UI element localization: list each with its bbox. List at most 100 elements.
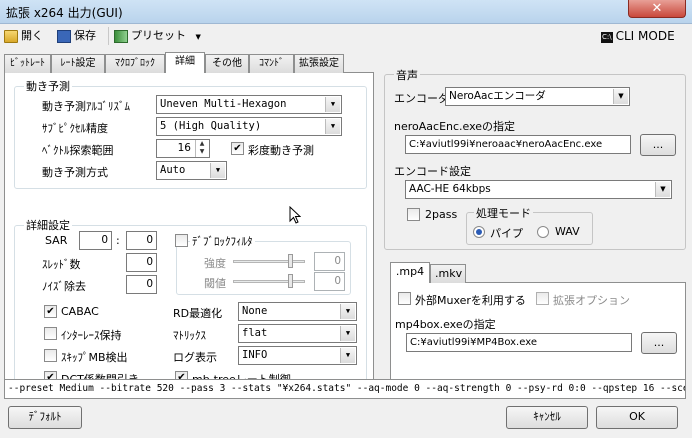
- audio-section-label: 音声: [394, 67, 420, 83]
- external-muxer-label: 外部Muxerを利用する: [415, 294, 526, 307]
- pipe-radio[interactable]: [473, 226, 485, 238]
- tab-extended[interactable]: 拡張設定: [294, 54, 344, 73]
- save-button[interactable]: 保存: [57, 25, 96, 47]
- dropdown-arrow-icon: ▼: [210, 163, 225, 178]
- threads-input[interactable]: 0: [126, 253, 157, 272]
- algo-select[interactable]: Uneven Multi-Hexagon ▼: [156, 95, 342, 114]
- tab-bitrate[interactable]: ﾋﾞｯﾄﾚｰﾄ: [4, 54, 51, 73]
- dropdown-arrow-icon: ▼: [325, 119, 340, 134]
- open-label: 開く: [21, 29, 43, 42]
- chroma-me-label: 彩度動き予測: [248, 144, 314, 157]
- threads-label: ｽﾚｯﾄﾞ数: [42, 258, 81, 271]
- threshold-slider-thumb[interactable]: [288, 274, 293, 288]
- algo-label: 動き予測ｱﾙｺﾞﾘｽﾞﾑ: [42, 100, 130, 113]
- interlace-label: ｲﾝﾀｰﾚｰｽ保持: [61, 329, 122, 342]
- chevron-down-icon: ▼: [195, 33, 201, 41]
- strength-label: 強度: [204, 257, 226, 270]
- close-button[interactable]: ✕: [628, 0, 686, 18]
- mouse-cursor-icon: [289, 206, 301, 224]
- mp4box-browse-button[interactable]: ...: [641, 332, 677, 354]
- strength-slider-thumb[interactable]: [288, 254, 293, 268]
- matrix-label: ﾏﾄﾘｯｸｽ: [173, 329, 206, 342]
- threshold-slider[interactable]: [233, 280, 305, 283]
- matrix-select[interactable]: flat ▼: [238, 324, 357, 343]
- dropdown-arrow-icon: ▼: [325, 97, 340, 112]
- strength-input[interactable]: 0: [314, 252, 345, 271]
- sar-label: SAR: [45, 234, 68, 247]
- deblock-label: ﾃﾞﾌﾞﾛｯｸﾌｨﾙﾀ: [190, 233, 255, 249]
- dropdown-arrow-icon: ▼: [340, 326, 355, 341]
- algo-value: Uneven Multi-Hexagon: [160, 98, 287, 110]
- matrix-value: flat: [242, 327, 268, 339]
- external-muxer-checkbox[interactable]: [398, 292, 411, 305]
- deblock-checkbox[interactable]: [175, 234, 188, 247]
- cancel-button[interactable]: ｷｬﾝｾﾙ: [506, 406, 588, 429]
- tab-rate[interactable]: ﾚｰﾄ設定: [51, 54, 105, 73]
- tab-detail[interactable]: 詳細: [165, 52, 205, 73]
- two-pass-label: 2pass: [425, 208, 458, 221]
- preset-button[interactable]: プリセット ▼: [114, 25, 201, 47]
- strength-slider[interactable]: [233, 260, 305, 263]
- skip-mb-label: ｽｷｯﾌﾟMB検出: [61, 351, 128, 364]
- command-line-preview[interactable]: --preset Medium --bitrate 520 --pass 3 -…: [4, 379, 686, 399]
- range-stepper[interactable]: 16 ▲ ▼: [156, 139, 210, 158]
- tab-command[interactable]: ｺﾏﾝﾄﾞ: [249, 54, 294, 73]
- threshold-input[interactable]: 0: [314, 272, 345, 291]
- nero-path-label: neroAacEnc.exeの指定: [394, 120, 516, 133]
- detail-group-label: 詳細設定: [24, 217, 72, 233]
- sar-x-input[interactable]: 0: [79, 231, 112, 250]
- sar-y-input[interactable]: 0: [126, 231, 157, 250]
- subpel-label: ｻﾌﾞﾋﾟｸｾﾙ精度: [42, 122, 108, 135]
- noise-reduction-input[interactable]: 0: [126, 275, 157, 294]
- cli-mode-label: CLI MODE: [615, 29, 675, 43]
- cabac-label: CABAC: [61, 305, 99, 318]
- tab-mp4[interactable]: .mp4: [390, 262, 430, 283]
- mp4box-path-input[interactable]: C:¥aviutl99i¥MP4Box.exe: [406, 333, 632, 352]
- rdo-select[interactable]: None ▼: [238, 302, 357, 321]
- method-label: 動き予測方式: [42, 166, 108, 179]
- range-value: 16: [177, 142, 191, 154]
- interlace-checkbox[interactable]: [44, 327, 57, 340]
- rdo-label: RD最適化: [173, 307, 223, 320]
- noise-reduction-label: ﾉｲｽﾞ除去: [42, 280, 86, 293]
- detail-panel: 動き予測 動き予測ｱﾙｺﾞﾘｽﾞﾑ Uneven Multi-Hexagon ▼ …: [4, 73, 374, 395]
- floppy-icon: [57, 29, 71, 43]
- two-pass-checkbox[interactable]: [407, 208, 420, 221]
- dropdown-arrow-icon: ▼: [655, 182, 670, 197]
- encode-setting-value: AAC-HE 64kbps: [409, 183, 491, 195]
- preset-label: プリセット: [131, 29, 186, 42]
- tab-mkv[interactable]: .mkv: [430, 264, 466, 283]
- spin-arrows-icon[interactable]: ▲ ▼: [195, 140, 208, 157]
- default-button[interactable]: ﾃﾞﾌｫﾙﾄ: [8, 406, 82, 429]
- dropdown-arrow-icon: ▼: [340, 348, 355, 363]
- subpel-value: 5 (High Quality): [160, 120, 262, 132]
- motion-group-label: 動き予測: [24, 78, 72, 94]
- pipe-label: パイプ: [490, 227, 523, 240]
- subpel-select[interactable]: 5 (High Quality) ▼: [156, 117, 342, 136]
- toolbar-separator: [108, 27, 109, 45]
- client-area: 開く 保存 プリセット ▼ C:\ CLI MODE ﾋﾞｯﾄﾚｰﾄ ﾚｰﾄ設定 …: [0, 24, 692, 438]
- method-select[interactable]: Auto ▼: [156, 161, 227, 180]
- sar-separator: :: [116, 234, 120, 247]
- log-label: ログ表示: [173, 351, 217, 364]
- mp4box-path-label: mp4box.exeの指定: [395, 318, 496, 331]
- skip-mb-checkbox[interactable]: [44, 349, 57, 362]
- encode-setting-select[interactable]: AAC-HE 64kbps ▼: [405, 180, 672, 199]
- open-button[interactable]: 開く: [4, 25, 43, 47]
- nero-browse-button[interactable]: ...: [640, 134, 676, 156]
- audio-encoder-value: NeroAacエンコーダ: [449, 90, 546, 102]
- extension-option-checkbox[interactable]: [536, 292, 549, 305]
- cabac-checkbox[interactable]: ✔: [44, 305, 57, 318]
- wav-radio[interactable]: [537, 226, 549, 238]
- dropdown-arrow-icon: ▼: [340, 304, 355, 319]
- log-select[interactable]: INFO ▼: [238, 346, 357, 365]
- tab-macroblock[interactable]: ﾏｸﾛﾌﾞﾛｯｸ: [105, 54, 165, 73]
- ok-button[interactable]: OK: [596, 406, 678, 429]
- audio-encoder-select[interactable]: NeroAacエンコーダ ▼: [445, 87, 630, 106]
- nero-path-input[interactable]: C:¥aviutl99i¥neroaac¥neroAacEnc.exe: [405, 135, 631, 154]
- tab-other[interactable]: その他: [205, 54, 249, 73]
- preset-icon: [114, 29, 128, 43]
- chroma-me-checkbox[interactable]: ✔: [231, 142, 244, 155]
- cli-mode-button[interactable]: C:\ CLI MODE: [601, 25, 675, 47]
- dropdown-arrow-icon: ▼: [613, 89, 628, 104]
